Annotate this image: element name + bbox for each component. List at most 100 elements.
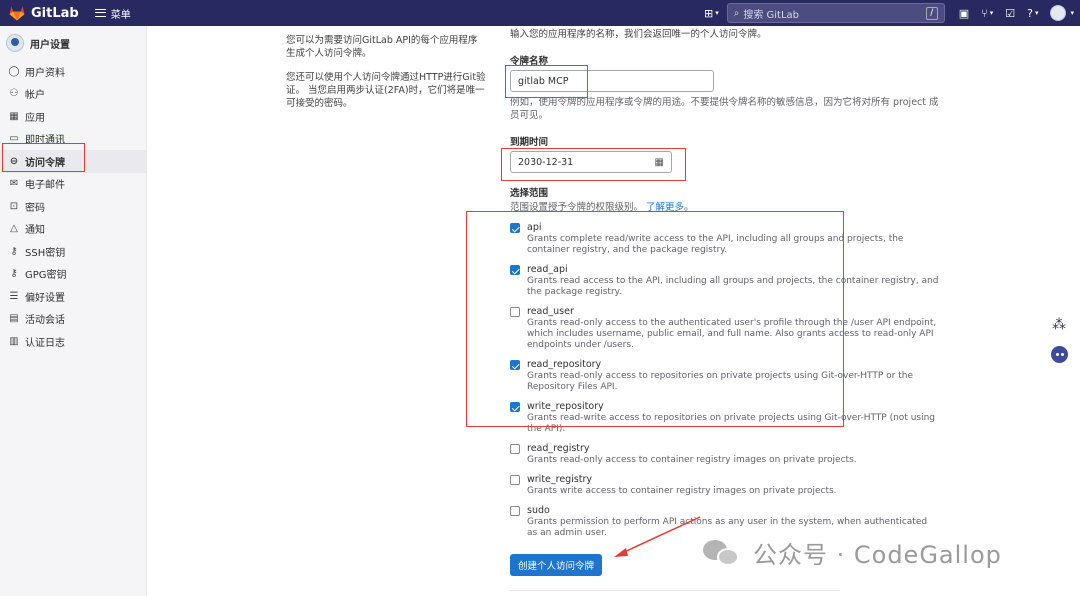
sessions-icon: ▤ <box>9 313 19 325</box>
scope-description: Grants read access to the API, including… <box>527 276 939 297</box>
lock-icon: ⊡ <box>9 200 19 212</box>
sidebar-item-label: 认证日志 <box>25 337 65 349</box>
scopes-help-text: 范围设置授予令牌的权限级别。 <box>510 202 644 213</box>
sidebar-title: 用户设置 <box>30 39 70 51</box>
key-icon: ⚷ <box>10 268 18 280</box>
scope-checkbox[interactable] <box>510 307 520 317</box>
merge-requests-button[interactable]: ⑂ ▾ <box>975 0 999 26</box>
apps-grid-icon[interactable]: ⁂ <box>1052 317 1066 333</box>
sidebar-item-access-tokens[interactable]: ⊖ 访问令牌 <box>0 150 146 173</box>
main-menu-button[interactable]: 菜单 <box>94 6 131 21</box>
description-paragraph-1: 您可以为需要访问GitLab API的每个应用程序生成个人访问令牌。 <box>286 35 478 59</box>
sidebar-item-notifications[interactable]: △ 通知 <box>0 218 146 241</box>
token-description: 您可以为需要访问GitLab API的每个应用程序生成个人访问令牌。 您还可以使… <box>286 34 486 121</box>
scope-name: write_registry <box>527 474 593 485</box>
sidebar-item-preferences[interactable]: ☰ 偏好设置 <box>0 285 146 308</box>
preferences-icon: ☰ <box>9 290 19 302</box>
top-navbar: GitLab 菜单 ⊞ ▾ ⌕ 搜索 GitLab / ▣ ⑂ ▾ ☑ ? ▾ ▾ <box>0 0 1080 26</box>
token-form: 输入您的应用程序的名称，我们会返回唯一的个人访问令牌。 令牌名称 gitlab … <box>510 28 940 576</box>
new-item-button[interactable]: ⊞ ▾ <box>698 0 725 26</box>
search-placeholder: 搜索 GitLab <box>743 9 800 21</box>
scope-description: Grants read-only access to container reg… <box>527 455 857 465</box>
scope-write-repository[interactable]: write_repository Grants read-write access… <box>510 400 940 435</box>
scopes-label: 选择范围 <box>510 188 549 199</box>
user-menu-button[interactable]: ▾ <box>1044 0 1080 26</box>
user-icon: ◯ <box>8 65 20 77</box>
scope-checkbox[interactable] <box>510 475 520 485</box>
scope-api[interactable]: api Grants complete read/write access to … <box>510 221 940 256</box>
chat-icon: ▭ <box>9 133 19 145</box>
account-icon: ⚇ <box>9 88 19 100</box>
hamburger-icon <box>94 9 106 17</box>
learn-more-link[interactable]: 了解更多 <box>646 202 684 213</box>
sidebar-item-emails[interactable]: ✉ 电子邮件 <box>0 173 146 196</box>
scope-read-repository[interactable]: read_repository Grants read-only access t… <box>510 358 940 393</box>
log-icon: ▥ <box>9 335 19 347</box>
token-icon: ⊖ <box>9 155 19 167</box>
sidebar-item-ssh-keys[interactable]: ⚷ SSH密钥 <box>0 240 146 263</box>
search-input[interactable]: ⌕ 搜索 GitLab / <box>726 3 945 23</box>
scope-checkbox[interactable] <box>510 402 520 412</box>
applications-icon: ▦ <box>9 110 19 122</box>
wechat-logo-icon <box>703 538 743 568</box>
scope-sudo[interactable]: sudo Grants permission to perform API act… <box>510 504 940 539</box>
expiry-date-input[interactable]: 2030-12-31 ▦ <box>510 151 672 173</box>
sidebar-item-gpg-keys[interactable]: ⚷ GPG密钥 <box>0 263 146 286</box>
sidebar-item-applications[interactable]: ▦ 应用 <box>0 105 146 128</box>
scope-list: api Grants complete read/write access to … <box>510 221 940 539</box>
sidebar-item-password[interactable]: ⊡ 密码 <box>0 195 146 218</box>
scope-read-api[interactable]: read_api Grants read access to the API, i… <box>510 263 940 298</box>
token-name-help: 例如，使用令牌的应用程序或令牌的用途。不要提供令牌名称的敏感信息，因为它将对所有… <box>510 97 939 121</box>
help-button[interactable]: ? ▾ <box>1021 0 1044 26</box>
scope-name: api <box>527 222 542 233</box>
scope-description: Grants complete read/write access to the… <box>527 234 904 255</box>
create-token-button[interactable]: 创建个人访问令牌 <box>510 554 603 576</box>
scope-read-registry[interactable]: read_registry Grants read-only access to … <box>510 442 940 466</box>
scope-description: Grants read-write access to repositories… <box>527 413 936 434</box>
scope-name: read_api <box>527 264 568 275</box>
settings-sidebar: 用户设置 ◯ 用户资料 ⚇ 帐户 ▦ 应用 ▭ 即时通讯 ⊖ 访问令牌 ✉ 电子邮件 ⊡ 密码… <box>0 26 147 596</box>
mail-icon: ✉ <box>9 178 19 190</box>
gitlab-logo-icon <box>9 6 25 21</box>
sidebar-item-profile[interactable]: ◯ 用户资料 <box>0 60 146 83</box>
merge-request-icon: ⑂ <box>981 6 988 20</box>
sidebar-item-label: 活动会话 <box>25 315 65 327</box>
description-paragraph-2: 您还可以使用个人访问令牌通过HTTP进行Git验证。 当您启用两步认证(2FA)… <box>286 72 486 109</box>
sidebar-item-label: SSH密钥 <box>25 247 66 259</box>
calendar-icon[interactable]: ▦ <box>655 157 664 168</box>
issues-button[interactable]: ▣ <box>953 0 975 26</box>
scope-checkbox[interactable] <box>510 444 520 454</box>
todo-check-icon: ☑ <box>1005 6 1016 20</box>
scope-name: read_registry <box>527 443 590 454</box>
token-name-label: 令牌名称 <box>510 56 549 67</box>
plus-square-icon: ⊞ <box>703 6 714 20</box>
expiry-label: 到期时间 <box>510 137 549 148</box>
menu-label: 菜单 <box>110 9 131 21</box>
sidebar-item-account[interactable]: ⚇ 帐户 <box>0 83 146 106</box>
todos-button[interactable]: ☑ <box>999 0 1021 26</box>
gitlab-home-link[interactable]: GitLab <box>8 0 79 26</box>
sidebar-header[interactable]: 用户设置 <box>0 26 146 60</box>
sidebar-item-label: 偏好设置 <box>25 292 65 304</box>
scopes-help-end: 。 <box>684 202 694 213</box>
scope-checkbox[interactable] <box>510 360 520 370</box>
avatar <box>1050 5 1067 21</box>
sidebar-item-active-sessions[interactable]: ▤ 活动会话 <box>0 308 146 331</box>
scope-checkbox[interactable] <box>510 265 520 275</box>
scope-write-registry[interactable]: write_registry Grants write access to con… <box>510 473 940 497</box>
sidebar-item-label: 用户资料 <box>25 67 65 79</box>
sidebar-item-label: 即时通讯 <box>25 135 65 147</box>
assistant-bot-icon[interactable] <box>1051 346 1068 363</box>
scope-read-user[interactable]: read_user Grants read-only access to the … <box>510 305 940 351</box>
sidebar-item-label: 应用 <box>25 112 45 124</box>
sidebar-item-auth-log[interactable]: ▥ 认证日志 <box>0 330 146 353</box>
user-avatar-icon <box>6 34 24 52</box>
scope-name: write_repository <box>527 401 604 412</box>
search-shortcut-badge: / <box>925 6 938 20</box>
scope-checkbox[interactable] <box>510 223 520 233</box>
token-name-input[interactable]: gitlab MCP <box>510 70 714 92</box>
scope-checkbox[interactable] <box>510 506 520 516</box>
sidebar-item-chat[interactable]: ▭ 即时通讯 <box>0 128 146 151</box>
scope-description: Grants write access to container registr… <box>527 486 837 496</box>
sidebar-item-label: 通知 <box>25 225 45 237</box>
